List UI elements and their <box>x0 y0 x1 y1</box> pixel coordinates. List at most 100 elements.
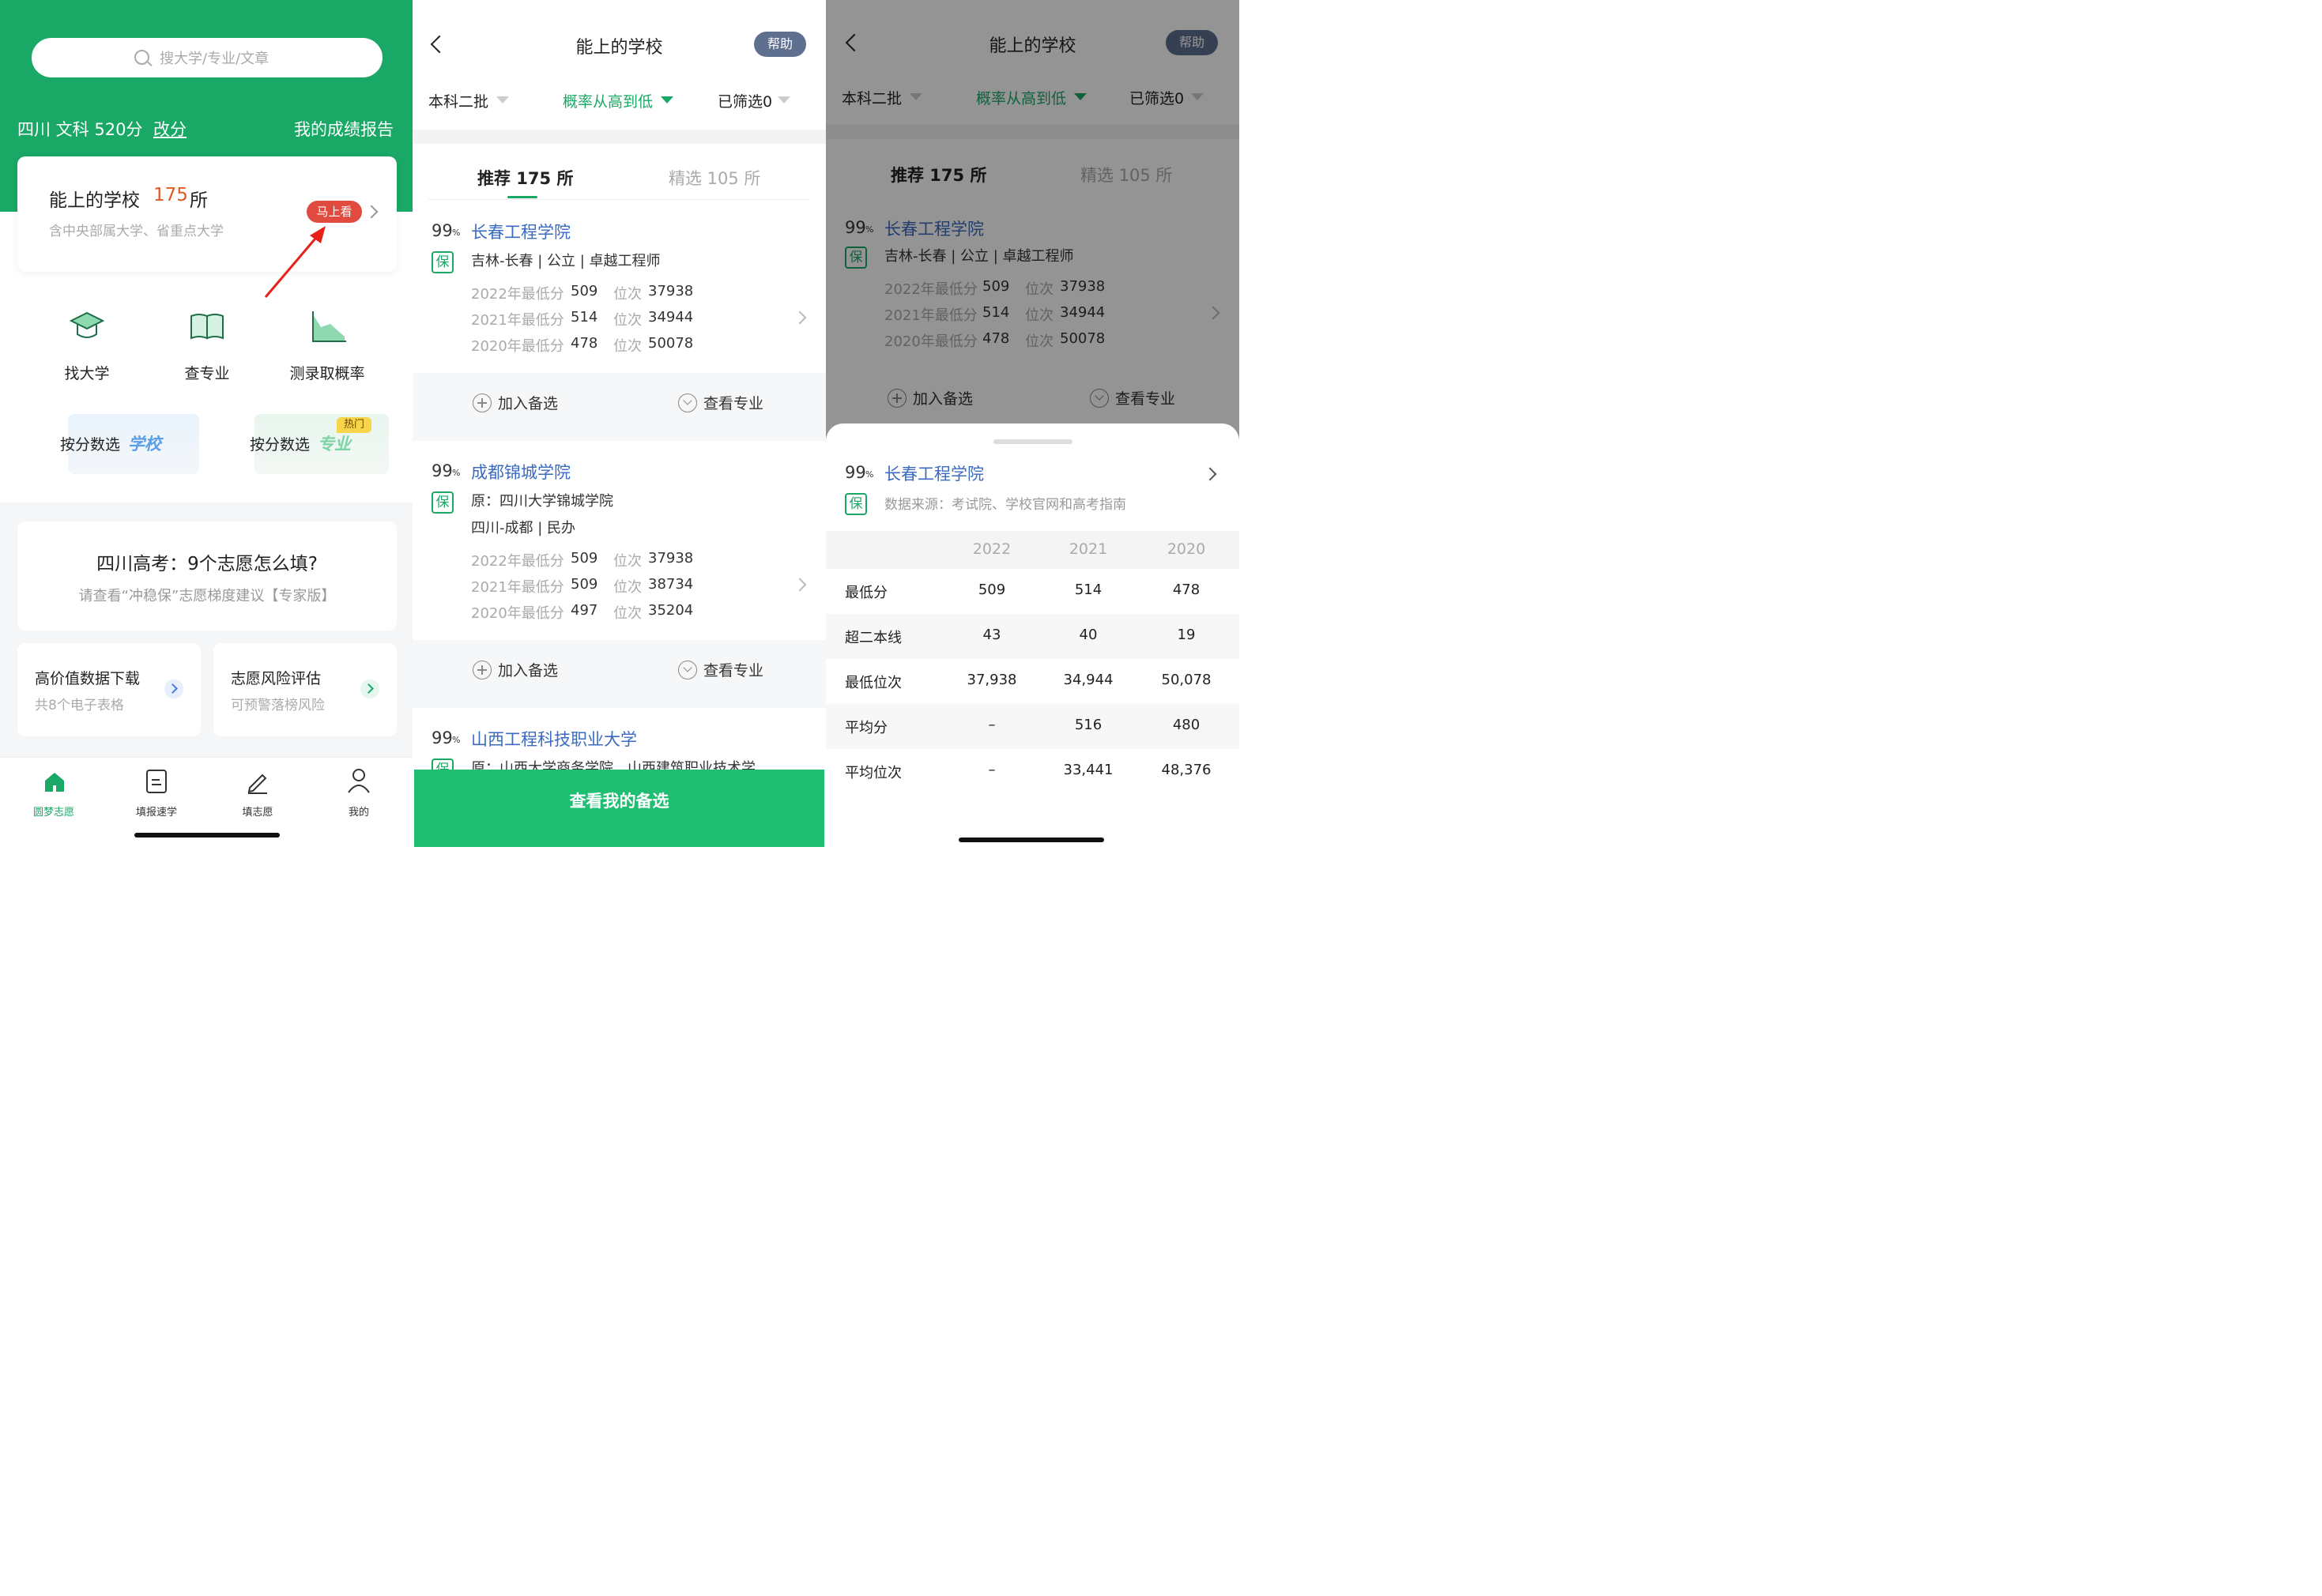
view-my-candidates-button[interactable]: 查看我的备选 <box>414 770 824 847</box>
guide-card[interactable]: 四川高考：9个志愿怎么填? 请查看“冲稳保”志愿梯度建议【专家版】 <box>17 521 397 630</box>
caret-down-icon <box>778 96 790 104</box>
school-name[interactable]: 山西工程科技职业大学 <box>471 727 637 751</box>
schools-card[interactable]: 能上的学校 175 所 含中央部属大学、省重点大学 马上看 <box>17 156 397 272</box>
chevron-circle-down-icon <box>678 393 697 412</box>
view-majors-button[interactable]: 查看专业 <box>678 659 789 683</box>
search-input[interactable]: 搜大学/专业/文章 <box>160 47 269 68</box>
school-name[interactable]: 长春工程学院 <box>471 220 571 243</box>
chevron-right-icon[interactable] <box>1203 467 1217 481</box>
tool-find-university[interactable]: 找大学 <box>46 305 128 392</box>
chevron-right-icon <box>793 578 807 592</box>
cell-value: 48,376 <box>1161 762 1212 778</box>
chevron-right-icon <box>364 205 379 219</box>
filter-label: 已筛选0 <box>718 93 773 111</box>
tab-fill-application[interactable]: 填志愿 <box>220 766 296 821</box>
year-header: 2022 <box>972 540 1012 558</box>
red-arrow-icon <box>264 226 326 298</box>
sheet-handle[interactable] <box>993 439 1072 444</box>
school-item[interactable]: 99 % 长春工程学院 保 吉林-长春 | 公立 | 卓越工程师 2022年最低… <box>413 207 826 373</box>
action-bar: 加入备选 查看专业 <box>413 640 826 708</box>
action-label: 加入备选 <box>498 662 559 679</box>
cell-value: 478 <box>1172 582 1201 598</box>
card-title: 能上的学校 <box>49 190 140 211</box>
book-icon <box>190 314 224 340</box>
probability: 99 <box>432 728 453 747</box>
stat-rank: 38734 <box>648 576 694 593</box>
tool-label: 查专业 <box>184 365 230 382</box>
card-sub: 含中央部属大学、省重点大学 <box>49 224 224 239</box>
button-label: 查看我的备选 <box>569 792 669 811</box>
stat-rank-label: 位次 <box>613 286 642 303</box>
cell-value: 40 <box>1079 627 1098 643</box>
tool-search-major[interactable]: 查专业 <box>166 305 248 392</box>
stat-rank-label: 位次 <box>613 579 642 596</box>
feature-card-data-download[interactable]: 高价值数据下载 共8个电子表格 <box>17 643 201 736</box>
user-icon <box>348 769 370 793</box>
card-count: 175 <box>153 185 188 205</box>
stat-year: 2020年最低分 <box>471 338 564 355</box>
school-name[interactable]: 成都锦城学院 <box>471 460 571 484</box>
row-label: 平均位次 <box>845 765 902 781</box>
home-indicator <box>959 838 1104 842</box>
graduation-cap-icon <box>70 311 104 338</box>
guide-title: 四川高考：9个志愿怎么填? <box>96 554 318 574</box>
home-indicator <box>134 833 280 838</box>
cell-value: 34,944 <box>1063 672 1114 688</box>
stat-rank-label: 位次 <box>613 312 642 329</box>
action-bar: 加入备选 查看专业 <box>413 373 826 441</box>
pen-icon <box>247 774 267 794</box>
row-label: 最低位次 <box>845 675 902 691</box>
tab-recommended[interactable]: 推荐 175 所 <box>477 166 573 190</box>
table-row: 平均分 – 516 480 <box>826 704 1239 749</box>
school-item[interactable]: 99 % 成都锦城学院 保 原：四川大学锦城学院 四川-成都 | 民办 2022… <box>413 447 826 640</box>
school-item[interactable]: 99 % 山西工程科技职业大学 保 原：山西大学商务学院、山西建筑职业技术学 <box>413 714 826 771</box>
tool-admission-probability[interactable]: 测录取概率 <box>280 305 375 392</box>
stat-score: 478 <box>571 335 598 352</box>
area-chart-icon <box>312 311 346 342</box>
stat-rank-label: 位次 <box>613 338 642 355</box>
stat-rank-label: 位次 <box>613 553 642 570</box>
plus-circle-icon <box>473 393 492 412</box>
tab-label: 填志愿 <box>242 807 273 819</box>
probability-unit: % <box>865 469 874 480</box>
tab-active-underline <box>507 196 537 198</box>
divider <box>428 199 810 200</box>
stat-rank-label: 位次 <box>613 605 642 622</box>
school-info: 四川-成都 | 民办 <box>471 520 576 536</box>
help-button[interactable]: 帮助 <box>754 32 806 57</box>
add-candidate-button[interactable]: 加入备选 <box>473 392 583 416</box>
view-majors-button[interactable]: 查看专业 <box>678 392 789 416</box>
add-candidate-button[interactable]: 加入备选 <box>473 659 583 683</box>
tab-selected[interactable]: 精选 105 所 <box>669 166 760 190</box>
by-score-major-button[interactable]: 按分数选 专业 热门 <box>247 414 389 474</box>
tab-quick-learn[interactable]: 填报速学 <box>119 766 194 821</box>
filter-label: 概率从高到低 <box>563 93 654 111</box>
action-label: 查看专业 <box>703 395 764 412</box>
by-score-school-button[interactable]: 按分数选 学校 <box>57 414 199 474</box>
stat-rank: 50078 <box>648 335 694 352</box>
filter-selected[interactable]: 已筛选0 <box>718 90 812 114</box>
tool-label: 测录取概率 <box>289 365 365 382</box>
tab-home[interactable]: 圆梦志愿 <box>16 766 92 821</box>
search-bar[interactable]: 搜大学/专业/文章 <box>32 38 383 77</box>
filter-sort[interactable]: 概率从高到低 <box>563 90 689 114</box>
search-icon-handle <box>147 61 153 67</box>
chevron-circle-down-icon <box>678 661 697 679</box>
my-report-link[interactable]: 我的成绩报告 <box>294 117 394 141</box>
tab-mine[interactable]: 我的 <box>321 766 397 821</box>
change-score-link[interactable]: 改分 <box>153 117 187 141</box>
table-row: 最低位次 37,938 34,944 50,078 <box>826 659 1239 704</box>
year-header: 2021 <box>1069 540 1108 558</box>
card-unit: 所 <box>190 190 208 211</box>
view-now-badge[interactable]: 马上看 <box>307 201 362 223</box>
school-info: 吉林-长春 | 公立 | 卓越工程师 <box>471 253 661 269</box>
stat-score: 509 <box>571 283 598 299</box>
row-label: 最低分 <box>845 585 888 601</box>
probability-unit: % <box>452 735 461 745</box>
filter-batch[interactable]: 本科二批 <box>428 90 539 114</box>
score-line: 四川 文科 520分 <box>17 120 143 139</box>
row-label: 超二本线 <box>845 630 902 646</box>
feature-card-risk-assessment[interactable]: 志愿风险评估 可预警落榜风险 <box>213 643 397 736</box>
feature-title: 志愿风险评估 <box>231 670 322 687</box>
school-name[interactable]: 长春工程学院 <box>884 461 984 485</box>
